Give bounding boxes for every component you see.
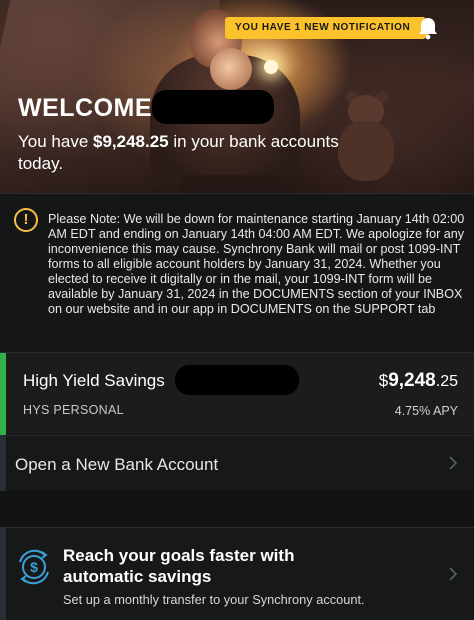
promo-title: Reach your goals faster with automatic s… [63,546,295,586]
welcome-heading: WELCOME [18,94,153,122]
chevron-right-icon [449,456,458,470]
account-apy: 4.75% APY [394,404,458,418]
hero-photo-child [210,48,252,90]
chevron-right-icon [449,567,458,581]
redacted-account-number [175,365,299,395]
automatic-savings-promo[interactable]: $ Reach your goals faster with automatic… [0,527,474,620]
total-balance-text: You have $9,248.25 in your bank accounts… [18,132,339,173]
notice-text: Please Note: We will be down for mainten… [48,212,465,316]
warning-icon: ! [14,208,38,232]
row-stripe [0,528,6,620]
notification-banner[interactable]: YOU HAVE 1 NEW NOTIFICATION [225,17,435,39]
open-new-account-label: Open a New Bank Account [15,455,219,474]
account-accent-bar [0,353,6,435]
svg-text:$: $ [30,559,38,575]
row-stripe [0,436,6,491]
open-new-account-button[interactable]: Open a New Bank Account [0,435,474,491]
dollar-cycle-icon: $ [19,549,49,585]
account-type: HYS PERSONAL [23,403,124,417]
bell-icon[interactable] [415,15,441,41]
total-balance-amount: $9,248.25 [93,132,169,151]
redacted-user-name [152,90,274,124]
promo-subtitle: Set up a monthly transfer to your Synchr… [63,592,365,607]
hero-photo-flashlight [264,60,278,74]
account-balance: $9,248.25 [378,370,458,391]
account-name: High Yield Savings [23,371,165,390]
maintenance-notice: ! Please Note: We will be down for maint… [0,193,474,351]
